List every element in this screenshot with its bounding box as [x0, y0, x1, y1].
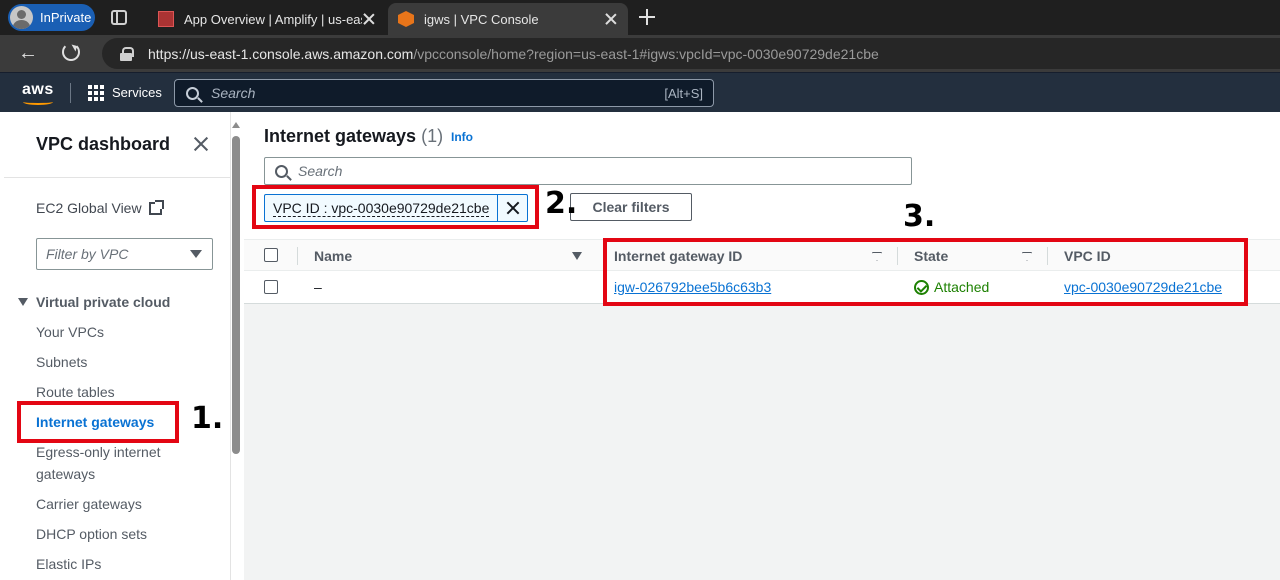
table-row[interactable]: – igw-026792bee5b6c63b3 Attached vpc-003… [244, 271, 1280, 303]
row-checkbox[interactable] [264, 280, 278, 294]
url-host: https://us-east-1.console.aws.amazon.com [148, 45, 414, 62]
column-header-vpc-id[interactable]: VPC ID [1064, 248, 1111, 264]
search-placeholder: Search [298, 163, 343, 179]
reload-icon[interactable] [62, 43, 80, 61]
close-icon[interactable] [193, 136, 209, 152]
sidebar-item-dhcp-option-sets[interactable]: DHCP option sets [36, 523, 206, 545]
annotation-number-3: 3. [903, 199, 936, 234]
url-field[interactable]: https://us-east-1.console.aws.amazon.com… [102, 38, 1280, 69]
column-header-name[interactable]: Name [314, 248, 352, 264]
clear-filters-button[interactable]: Clear filters [570, 193, 692, 221]
annotation-number-1: 1. [191, 401, 224, 436]
close-icon[interactable] [362, 12, 376, 26]
sidebar-item-route-tables[interactable]: Route tables [36, 381, 206, 403]
cell-name: – [314, 279, 322, 295]
page-title-text: Internet gateways [264, 126, 417, 146]
sidebar-item-your-vpcs[interactable]: Your VPCs [36, 321, 206, 343]
filter-placeholder: Filter by VPC [46, 246, 129, 262]
filter-token-text: VPC ID : vpc-0030e90729de21cbe [273, 200, 490, 217]
ec2-global-view-link[interactable]: EC2 Global View [36, 199, 164, 216]
page-title: Internet gateways (1) [264, 126, 443, 147]
internet-gateways-panel: Internet gateways (1) Info Search VPC ID… [244, 112, 1280, 304]
tab-title: igws | VPC Console [424, 11, 539, 27]
browser-tab-amplify[interactable]: App Overview | Amplify | us-east-1 [148, 3, 386, 35]
url-path: /vpcconsole/home?region=us-east-1#igws:v… [413, 45, 879, 62]
services-menu[interactable]: Services [112, 85, 162, 100]
tab-title: App Overview | Amplify | us-east-1 [184, 11, 362, 27]
annotation-number-2: 2. [545, 186, 578, 221]
search-placeholder: Search [211, 85, 256, 101]
info-link[interactable]: Info [451, 130, 473, 144]
ec2-global-view-label: EC2 Global View [36, 200, 142, 216]
inprivate-label: InPrivate [40, 10, 92, 25]
avatar [10, 6, 33, 29]
section-virtual-private-cloud[interactable]: Virtual private cloud [18, 294, 170, 310]
tab-actions-icon[interactable] [111, 10, 127, 25]
filter-by-vpc-select[interactable]: Filter by VPC [36, 238, 213, 270]
caret-down-icon [18, 298, 28, 306]
table-header: Name Internet gateway ID State VPC ID [244, 239, 1280, 271]
section-label: Virtual private cloud [36, 294, 171, 310]
sort-icon[interactable] [1022, 252, 1032, 261]
filter-token[interactable]: VPC ID : vpc-0030e90729de21cbe [264, 194, 528, 222]
column-divider [605, 247, 606, 265]
sidebar-title[interactable]: VPC dashboard [36, 134, 170, 155]
external-link-icon [148, 199, 164, 215]
aws-smile-icon [23, 99, 53, 105]
column-divider [297, 247, 298, 265]
search-icon [275, 164, 288, 178]
lock-icon[interactable] [120, 46, 134, 61]
column-divider [897, 247, 898, 265]
inprivate-profile-button[interactable]: InPrivate [8, 4, 95, 31]
main-content: Internet gateways (1) Info Search VPC ID… [244, 112, 1280, 580]
search-icon [186, 86, 199, 100]
sidebar-item-elastic-ips[interactable]: Elastic IPs [36, 553, 206, 575]
sort-icon[interactable] [572, 252, 582, 260]
aws-search-input[interactable]: Search [Alt+S] [174, 79, 714, 107]
browser-tab-vpc-console[interactable]: igws | VPC Console [388, 3, 628, 35]
amplify-favicon-icon [158, 11, 174, 27]
aws-logo-text: aws [22, 81, 54, 98]
sidebar-item-subnets[interactable]: Subnets [36, 351, 206, 373]
address-bar: ← https://us-east-1.console.aws.amazon.c… [0, 35, 1280, 72]
cell-vpc-id-link[interactable]: vpc-0030e90729de21cbe [1064, 279, 1222, 295]
page-count: (1) [421, 126, 444, 146]
aws-logo[interactable]: aws [22, 81, 54, 105]
url-text: https://us-east-1.console.aws.amazon.com… [148, 46, 879, 62]
cell-internet-gateway-id-link[interactable]: igw-026792bee5b6c63b3 [614, 279, 771, 295]
back-arrow-icon[interactable]: ← [18, 43, 38, 63]
column-divider [1047, 247, 1048, 265]
search-shortcut: [Alt+S] [664, 85, 703, 101]
nav-divider [70, 83, 71, 103]
caret-down-icon [190, 250, 202, 258]
column-header-internet-gateway-id[interactable]: Internet gateway ID [614, 248, 742, 264]
sidebar-item-carrier-gateways[interactable]: Carrier gateways [36, 493, 206, 515]
check-circle-icon [914, 279, 929, 295]
remove-filter-icon[interactable] [497, 195, 527, 221]
sidebar-item-internet-gateways[interactable]: Internet gateways [36, 411, 206, 433]
select-all-checkbox[interactable] [264, 248, 278, 262]
column-header-state[interactable]: State [914, 248, 948, 264]
cell-state: Attached [914, 279, 989, 295]
search-input[interactable]: Search [264, 157, 912, 185]
state-label: Attached [934, 279, 990, 295]
services-grid-icon[interactable] [88, 85, 104, 101]
scrollbar-thumb[interactable] [232, 136, 240, 454]
vpc-favicon-icon [398, 11, 414, 27]
divider [4, 177, 231, 178]
filter-token-label: VPC ID : vpc-0030e90729de21cbe [265, 195, 497, 221]
sidebar: VPC dashboard EC2 Global View Filter by … [4, 112, 231, 580]
sidebar-scrollbar[interactable] [232, 120, 240, 580]
sidebar-item-egress-only-internet-gateways[interactable]: Egress-only internet gateways [36, 441, 186, 485]
aws-top-nav: aws Services Search [Alt+S] [0, 72, 1280, 112]
close-icon[interactable] [604, 12, 618, 26]
sort-icon[interactable] [872, 252, 882, 261]
browser-tab-bar: InPrivate App Overview | Amplify | us-ea… [0, 0, 1280, 35]
scroll-up-icon[interactable] [232, 122, 240, 128]
new-tab-icon[interactable] [639, 9, 655, 25]
